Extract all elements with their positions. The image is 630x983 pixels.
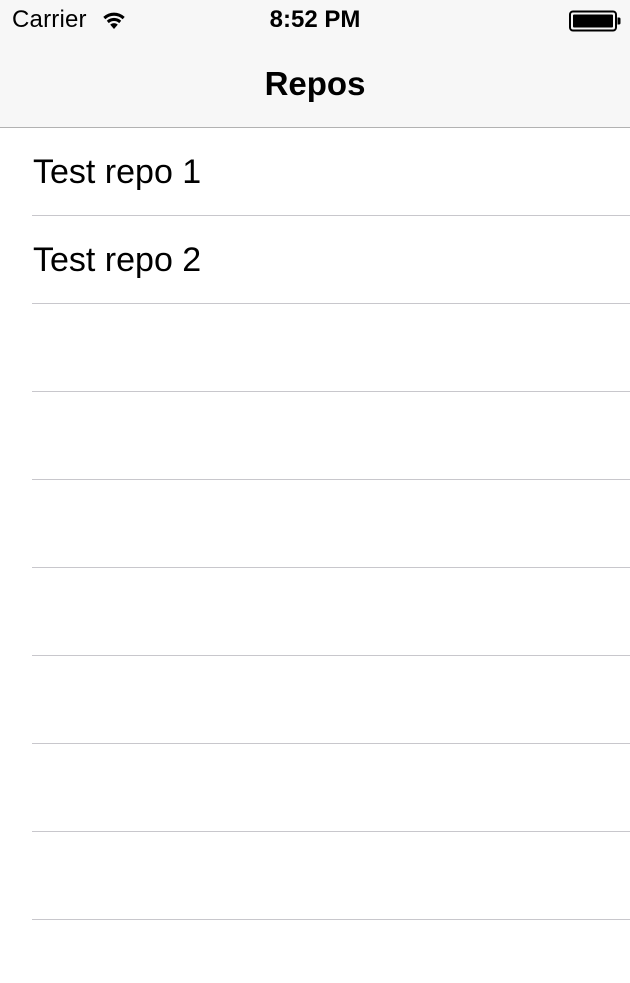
empty-list-item xyxy=(0,304,630,392)
clock: 8:52 PM xyxy=(269,6,361,33)
empty-list-item xyxy=(0,832,630,920)
empty-list-item xyxy=(0,568,630,656)
repo-list: Test repo 1 Test repo 2 xyxy=(0,128,630,920)
app-screen: Carrier 8:52 PM Repos Test repo 1 Test r… xyxy=(0,0,630,983)
empty-list-item xyxy=(0,656,630,744)
list-item[interactable]: Test repo 1 xyxy=(0,128,630,216)
status-bar: Carrier 8:52 PM xyxy=(0,0,630,40)
battery-icon xyxy=(569,10,621,32)
empty-list-item xyxy=(0,480,630,568)
empty-list-item xyxy=(0,744,630,832)
empty-list-item xyxy=(0,392,630,480)
page-title: Repos xyxy=(264,65,366,102)
list-item[interactable]: Test repo 2 xyxy=(0,216,630,304)
navigation-bar: Carrier 8:52 PM Repos xyxy=(0,0,630,128)
list-item-label: Test repo 2 xyxy=(33,241,202,279)
list-item-label: Test repo 1 xyxy=(33,153,202,191)
